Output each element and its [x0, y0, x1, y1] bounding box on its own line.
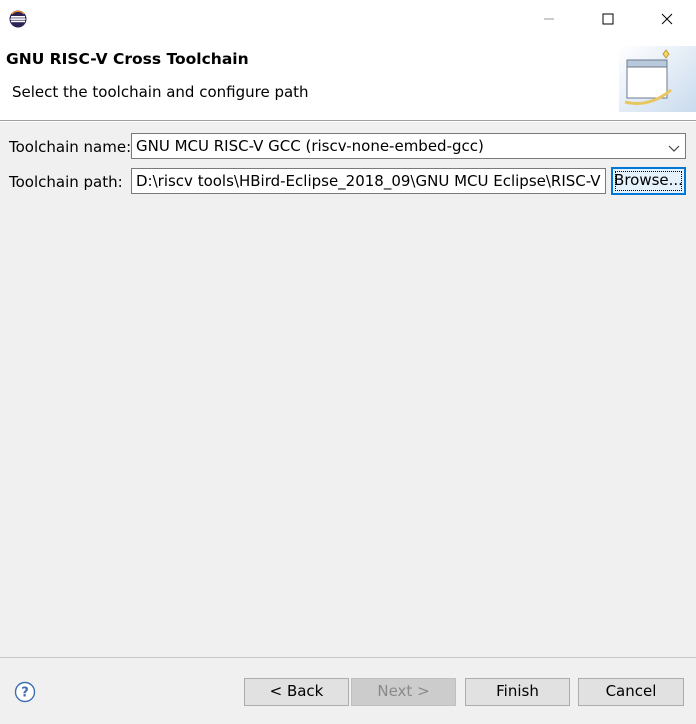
browse-button[interactable]: Browse... — [611, 167, 686, 195]
page-description: Select the toolchain and configure path — [12, 83, 309, 101]
toolchain-name-label: Toolchain name: — [9, 138, 132, 156]
focus-rectangle — [615, 171, 682, 191]
close-icon — [661, 10, 673, 29]
toolchain-path-label: Toolchain path: — [9, 173, 123, 191]
wizard-banner-icon — [619, 46, 696, 112]
toolchain-name-value: GNU MCU RISC-V GCC (riscv-none-embed-gcc… — [136, 137, 484, 155]
eclipse-icon — [9, 10, 27, 28]
svg-text:?: ? — [21, 686, 29, 701]
header-divider-highlight — [0, 121, 696, 122]
finish-button[interactable]: Finish — [465, 678, 570, 706]
minimize-icon — [543, 10, 555, 29]
toolchain-path-input[interactable]: D:\riscv tools\HBird-Eclipse_2018_09\GNU… — [131, 168, 606, 194]
cancel-button[interactable]: Cancel — [578, 678, 684, 706]
minimize-button[interactable] — [520, 0, 578, 38]
title-bar — [0, 0, 696, 38]
chevron-down-icon[interactable] — [667, 140, 681, 154]
close-button[interactable] — [638, 0, 696, 38]
maximize-button[interactable] — [579, 0, 637, 38]
wizard-header: GNU RISC-V Cross Toolchain Select the to… — [0, 38, 696, 120]
page-title: GNU RISC-V Cross Toolchain — [6, 50, 249, 68]
help-icon[interactable]: ? — [14, 681, 36, 703]
back-button[interactable]: < Back — [244, 678, 349, 706]
toolchain-name-combo[interactable]: GNU MCU RISC-V GCC (riscv-none-embed-gcc… — [131, 133, 686, 159]
footer-divider — [0, 657, 696, 658]
maximize-icon — [602, 10, 614, 29]
next-button[interactable]: Next > — [351, 678, 456, 706]
toolchain-path-value: D:\riscv tools\HBird-Eclipse_2018_09\GNU… — [136, 172, 606, 190]
